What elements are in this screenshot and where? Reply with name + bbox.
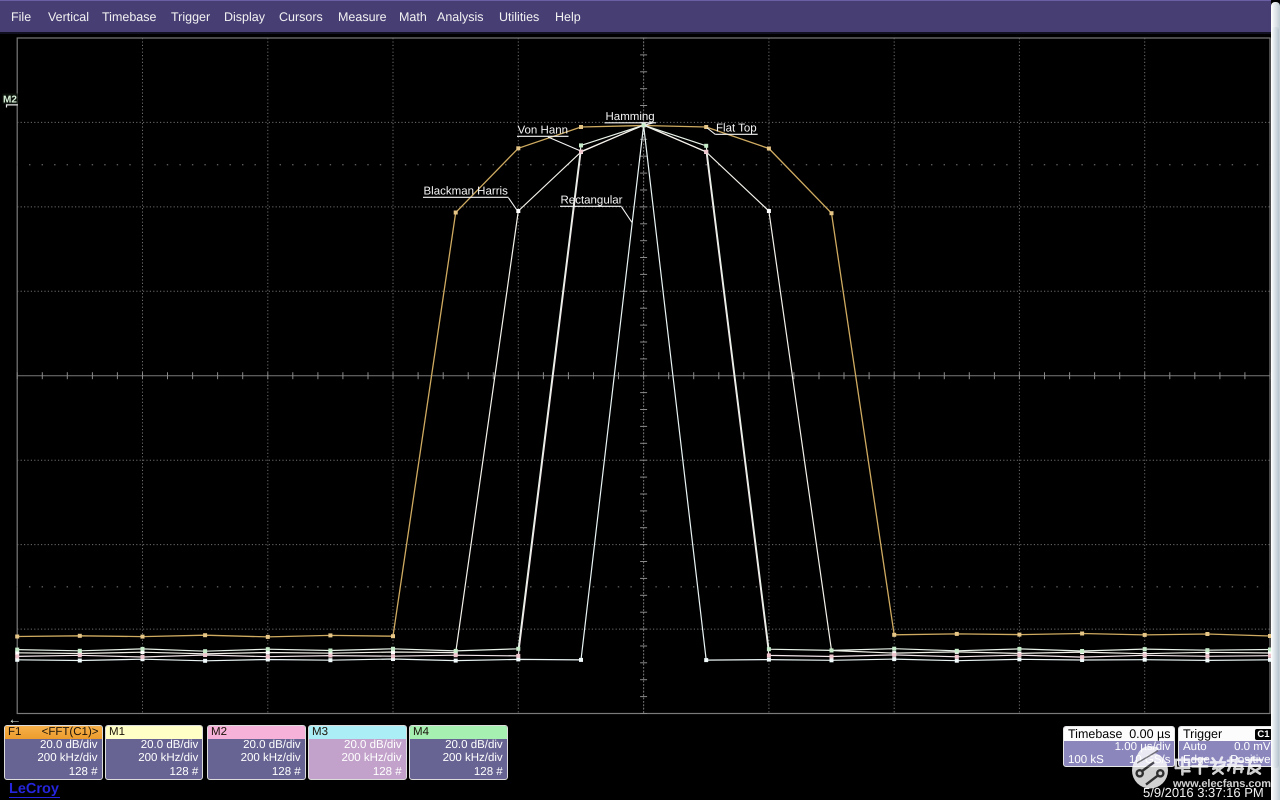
svg-text:www.elecfans.com: www.elecfans.com — [1172, 778, 1271, 790]
